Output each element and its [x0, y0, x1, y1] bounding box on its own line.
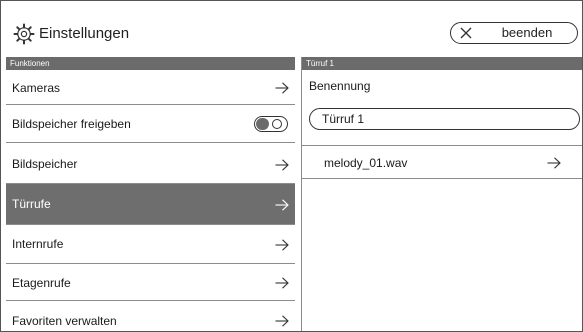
menu-item-kameras[interactable]: Kameras: [6, 70, 295, 105]
menu-item-etagenrufe[interactable]: Etagenrufe: [6, 264, 295, 301]
quit-button-label: beenden: [501, 25, 553, 40]
menu-item-bildspeicher-freigeben: Bildspeicher freigeben: [6, 105, 295, 143]
app-window: Einstellungen beenden Funktionen Kameras…: [0, 0, 583, 332]
menu-item-tuerrufe[interactable]: Türrufe: [6, 184, 295, 225]
name-input[interactable]: [309, 108, 580, 130]
name-field-label: Benennung: [309, 79, 371, 93]
menu-item-label: Etagenrufe: [12, 276, 71, 290]
page-title: Einstellungen: [39, 25, 130, 42]
arrow-right-icon: [275, 239, 289, 251]
menu-item-label: Internrufe: [12, 237, 64, 251]
menu-item-label: Favoriten verwalten: [12, 314, 117, 328]
menu-item-internrufe[interactable]: Internrufe: [6, 225, 295, 264]
menu-item-label: Kameras: [12, 81, 61, 95]
arrow-right-icon: [275, 199, 289, 211]
gear-icon: [13, 23, 35, 45]
detail-section-title: Türruf 1: [302, 57, 582, 70]
door-call-detail-panel: Türruf 1 Benennung melody_01.wav: [301, 57, 582, 331]
toggle-knob: [272, 119, 282, 129]
arrow-right-icon: [275, 82, 289, 94]
close-icon: [460, 27, 472, 39]
header: Einstellungen beenden: [1, 1, 582, 57]
arrow-right-icon: [275, 277, 289, 289]
functions-section-title: Funktionen: [6, 57, 295, 70]
menu-item-bildspeicher[interactable]: Bildspeicher: [6, 143, 295, 184]
toggle-track-fill: [256, 118, 269, 130]
menu-item-label: Bildspeicher freigeben: [12, 117, 131, 131]
menu-item-favoriten-verwalten[interactable]: Favoriten verwalten: [6, 301, 295, 331]
menu-item-label: Türrufe: [12, 197, 51, 211]
arrow-right-icon: [547, 157, 561, 169]
melody-item[interactable]: melody_01.wav: [302, 145, 582, 179]
image-memory-share-toggle[interactable]: [254, 116, 288, 132]
menu-item-label: Bildspeicher: [12, 157, 78, 171]
arrow-right-icon: [275, 315, 289, 327]
melody-label: melody_01.wav: [324, 156, 408, 170]
quit-button[interactable]: beenden: [450, 22, 578, 44]
functions-panel: Funktionen Kameras Bildspeicher freigebe…: [6, 57, 295, 331]
arrow-right-icon: [275, 159, 289, 171]
